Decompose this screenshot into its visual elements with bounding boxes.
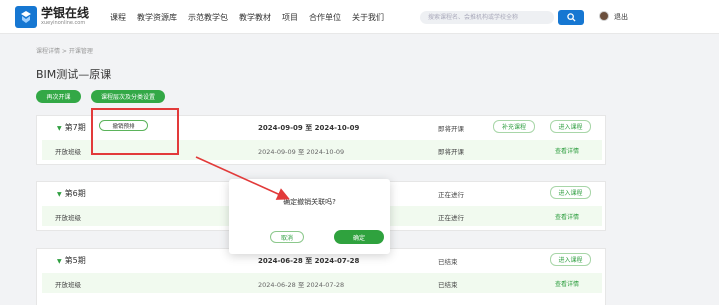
logo-icon	[15, 6, 37, 28]
enter-course-button[interactable]: 进入课程	[550, 253, 591, 266]
nav-item-resource-library[interactable]: 教学资源库	[137, 12, 177, 23]
annotation-highlight-box	[91, 108, 179, 155]
term-period-toggle[interactable]: ▼ 第5期	[57, 255, 86, 266]
class-label: 开放班级	[55, 281, 81, 289]
class-dates: 2024-09-09 至 2024-10-09	[258, 148, 345, 156]
term-period-toggle[interactable]: ▼ 第7期	[57, 122, 86, 133]
class-label: 开放班级	[55, 214, 81, 222]
dialog-cancel-button[interactable]: 取消	[270, 231, 304, 243]
view-details-link[interactable]: 查看详情	[555, 146, 579, 155]
view-details-link[interactable]: 查看详情	[555, 212, 579, 221]
breadcrumb[interactable]: 课程详情 > 开课管理	[36, 46, 93, 55]
class-status: 即将开课	[438, 148, 464, 156]
nav-item-teaching-packs[interactable]: 示范教学包	[188, 12, 228, 23]
main-nav: 课程 教学资源库 示范教学包 教学教材 项目 合作单位 关于我们	[110, 12, 395, 23]
collapse-triangle-icon: ▼	[57, 258, 62, 265]
class-dates: 2024-06-28 至 2024-07-28	[258, 281, 345, 289]
dialog-message: 确定撤销关联吗?	[283, 198, 336, 206]
logo-title: 学银在线	[41, 6, 90, 20]
avatar[interactable]	[599, 11, 609, 21]
logo-subtitle: xueyinonline.com	[41, 20, 86, 26]
class-status: 已结束	[438, 281, 458, 289]
top-bar: 学银在线 xueyinonline.com 课程 教学资源库 示范教学包 教学教…	[0, 0, 719, 34]
nav-item-partners[interactable]: 合作单位	[309, 12, 341, 23]
confirm-dialog: 确定撤销关联吗? 取消 确定	[229, 179, 390, 254]
dialog-confirm-button[interactable]: 确定	[334, 230, 384, 244]
nav-item-projects[interactable]: 项目	[282, 12, 298, 23]
term-dates: 2024-09-09 至 2024-10-09	[258, 124, 360, 132]
supplement-course-button[interactable]: 补充课程	[493, 120, 535, 133]
term-card: ▼ 第5期 2024-06-28 至 2024-07-28 已结束 进入课程 开放…	[36, 248, 606, 305]
course-level-settings-button[interactable]: 课程层次及分类设置	[91, 90, 165, 103]
term-period-label: 第6期	[64, 189, 86, 198]
view-details-link[interactable]: 查看详情	[555, 279, 579, 288]
enter-course-button[interactable]: 进入课程	[550, 120, 591, 133]
nav-item-courses[interactable]: 课程	[110, 12, 126, 23]
term-period-toggle[interactable]: ▼ 第6期	[57, 188, 86, 199]
term-status: 正在进行	[438, 191, 464, 199]
search-button[interactable]	[558, 10, 584, 25]
logout-link[interactable]: 退出	[614, 12, 628, 22]
search-input[interactable]	[420, 11, 554, 24]
search-icon	[566, 13, 576, 22]
term-period-label: 第5期	[64, 256, 86, 265]
term-dates: 2024-06-28 至 2024-07-28	[258, 257, 360, 265]
collapse-triangle-icon: ▼	[57, 125, 62, 132]
nav-item-about[interactable]: 关于我们	[352, 12, 384, 23]
site-logo[interactable]: 学银在线 xueyinonline.com	[15, 6, 89, 28]
term-period-label: 第7期	[64, 123, 86, 132]
class-label: 开放班级	[55, 148, 81, 156]
reopen-course-button[interactable]: 再次开课	[36, 90, 81, 103]
page-title: BIM测试—原课	[36, 68, 112, 81]
collapse-triangle-icon: ▼	[57, 191, 62, 198]
enter-course-button[interactable]: 进入课程	[550, 186, 591, 199]
term-status: 已结束	[438, 258, 458, 266]
term-status: 即将开课	[438, 125, 464, 133]
class-status: 正在进行	[438, 214, 464, 222]
nav-item-textbooks[interactable]: 教学教材	[239, 12, 271, 23]
class-row: 开放班级 2024-06-28 至 2024-07-28 已结束 查看详情	[42, 273, 602, 293]
